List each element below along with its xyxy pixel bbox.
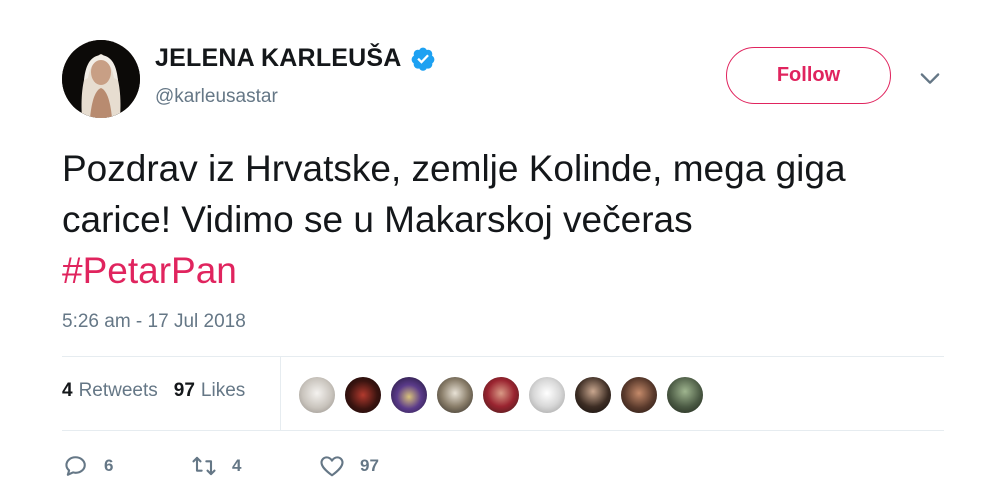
author-name-row: JELENA KARLEUŠA [155,44,436,73]
liker-avatar[interactable] [389,375,429,415]
retweets-label: Retweets [78,380,158,401]
hashtag-link[interactable]: #PetarPan [62,250,237,291]
liker-avatar[interactable] [297,375,337,415]
retweets-count: 4 [62,380,73,401]
author-handle[interactable]: @karleusastar [155,86,278,108]
stats-separator [280,357,281,430]
retweet-button[interactable]: 4 [190,452,318,480]
liker-avatar[interactable] [527,375,567,415]
tweet-text: Pozdrav iz Hrvatske, zemlje Kolinde, meg… [62,143,942,296]
liker-avatar[interactable] [343,375,383,415]
author-avatar[interactable] [62,40,140,118]
chevron-down-icon[interactable] [916,64,944,92]
likers-avatars [297,375,711,415]
tweet-timestamp[interactable]: 5:26 am - 17 Jul 2018 [62,311,246,333]
follow-button[interactable]: Follow [726,47,891,104]
liker-avatar[interactable] [665,375,705,415]
tweet-body: Pozdrav iz Hrvatske, zemlje Kolinde, meg… [62,148,846,240]
liker-avatar[interactable] [619,375,659,415]
author-avatar-image [62,40,140,118]
like-button[interactable]: 97 [318,452,379,480]
reply-button[interactable]: 6 [62,452,190,480]
likes-label: Likes [200,380,246,401]
author-display-name[interactable]: JELENA KARLEUŠA [155,44,402,73]
divider-bottom [62,430,944,431]
tweet-actions: 6 4 97 [62,452,379,480]
likes-stat[interactable]: 97 Likes [174,380,246,402]
liker-avatar[interactable] [573,375,613,415]
verified-badge-icon [411,47,434,71]
tweet-stats: 4 Retweets 97 Likes [62,380,245,402]
retweet-icon [192,456,216,476]
divider-top [62,356,944,357]
retweets-stat[interactable]: 4 Retweets [62,380,158,402]
reply-icon [65,456,86,476]
retweet-count: 4 [232,456,242,475]
likes-count: 97 [173,380,195,401]
heart-icon [320,456,344,477]
reply-count: 6 [104,456,114,475]
liker-avatar[interactable] [435,375,475,415]
like-count: 97 [360,456,379,475]
liker-avatar[interactable] [481,375,521,415]
